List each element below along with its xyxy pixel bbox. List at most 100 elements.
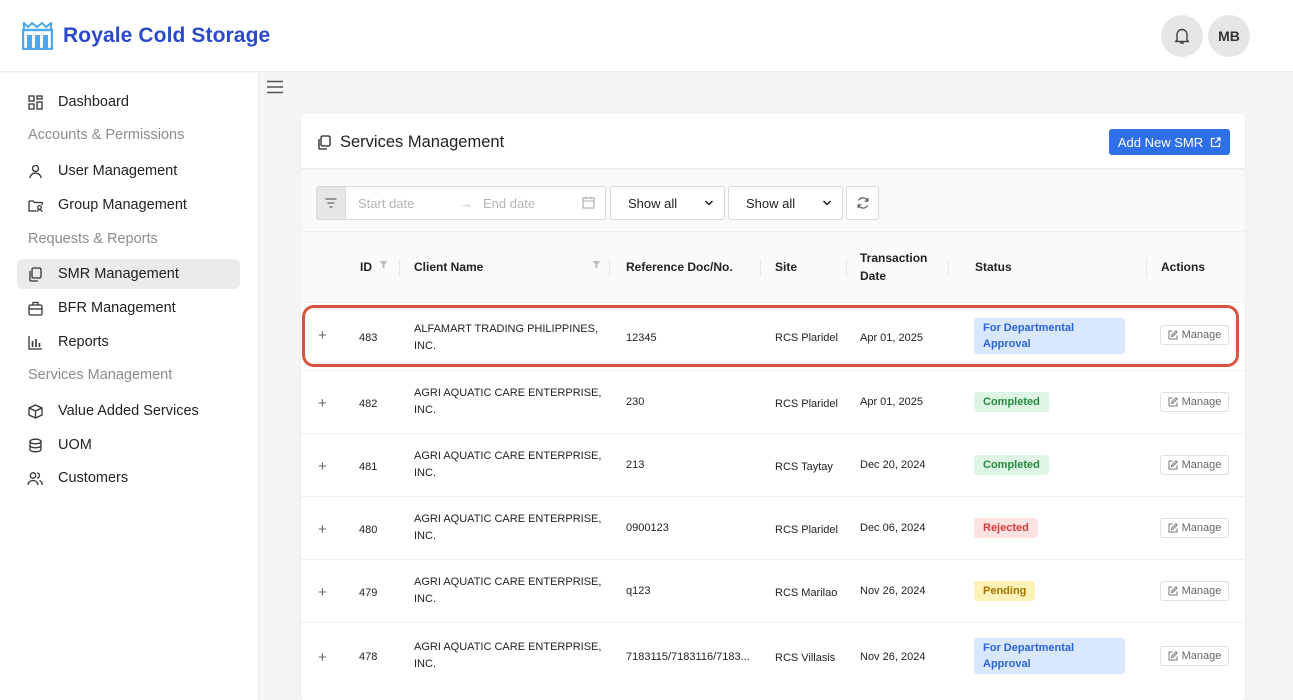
table-row[interactable]: + 482 AGRI AQUATIC CARE ENTERPRISE, INC. …: [301, 370, 1245, 433]
row-reference: q123: [626, 585, 651, 597]
date-range-picker[interactable]: Start date → End date: [346, 186, 606, 220]
expand-row-button[interactable]: +: [318, 584, 327, 601]
end-date-input[interactable]: End date: [483, 196, 535, 211]
user-icon: [27, 163, 43, 179]
expand-row-button[interactable]: +: [318, 395, 327, 412]
sidebar-item-bfr-management[interactable]: BFR Management: [17, 293, 240, 323]
column-divider: [609, 259, 610, 277]
sidebar-item-value-added-services[interactable]: Value Added Services: [17, 396, 240, 426]
expand-row-button[interactable]: +: [318, 327, 327, 344]
table-header: ID Client Name Reference Doc/No. Site Tr…: [301, 232, 1245, 302]
site-filter-select[interactable]: Show all: [728, 186, 843, 220]
row-date: Dec 20, 2024: [860, 459, 926, 471]
database-icon: [27, 437, 43, 453]
column-header-site[interactable]: Site: [775, 258, 797, 276]
row-client-line1: AGRI AQUATIC CARE ENTERPRISE,: [414, 641, 602, 653]
column-header-client[interactable]: Client Name: [414, 258, 483, 276]
sidebar-item-customers[interactable]: Customers: [17, 463, 240, 493]
row-client: ALFAMART TRADING PHILIPPINES, INC.: [414, 321, 604, 355]
app-title: Royale Cold Storage: [63, 24, 271, 47]
refresh-icon: [857, 197, 868, 209]
refresh-button[interactable]: [846, 186, 879, 220]
expand-row-button[interactable]: +: [318, 458, 327, 475]
notifications-button[interactable]: [1161, 15, 1203, 57]
sidebar-item-label: Group Management: [58, 197, 187, 213]
table-row[interactable]: + 480 AGRI AQUATIC CARE ENTERPRISE, INC. …: [301, 496, 1245, 559]
edit-icon: [1168, 460, 1178, 470]
status-badge-line1: For Departmental: [983, 322, 1075, 334]
filter-icon: [325, 198, 337, 208]
column-divider: [760, 259, 761, 277]
bell-icon: [1174, 28, 1190, 44]
row-client-line1: AGRI AQUATIC CARE ENTERPRISE,: [414, 576, 602, 588]
status-filter-select[interactable]: Show all: [610, 186, 725, 220]
manage-label: Manage: [1181, 329, 1222, 341]
column-filter-icon[interactable]: [379, 260, 388, 269]
sidebar-item-label: UOM: [58, 437, 92, 453]
app-header: Royale Cold Storage MB: [0, 0, 1293, 72]
row-client-line2: INC.: [414, 340, 436, 352]
avatar[interactable]: MB: [1208, 15, 1250, 57]
row-date: Nov 26, 2024: [860, 651, 926, 663]
table-row[interactable]: + 481 AGRI AQUATIC CARE ENTERPRISE, INC. …: [301, 433, 1245, 496]
sidebar-item-label: SMR Management: [58, 266, 179, 282]
row-client-line2: INC.: [414, 593, 436, 605]
sidebar-item-user-management[interactable]: User Management: [17, 156, 240, 186]
manage-button[interactable]: Manage: [1160, 646, 1229, 666]
row-date: Apr 01, 2025: [860, 332, 923, 344]
column-header-reference[interactable]: Reference Doc/No.: [626, 258, 733, 276]
row-date: Nov 26, 2024: [860, 585, 926, 597]
menu-toggle-button[interactable]: [266, 80, 286, 98]
table-row[interactable]: + 478 AGRI AQUATIC CARE ENTERPRISE, INC. …: [301, 622, 1245, 700]
manage-button[interactable]: Manage: [1160, 325, 1229, 345]
chevron-down-icon: [822, 200, 832, 206]
start-date-input[interactable]: Start date: [358, 196, 414, 211]
status-filter-value: Show all: [628, 195, 678, 211]
add-new-smr-button[interactable]: Add New SMR: [1109, 129, 1230, 155]
manage-label: Manage: [1181, 650, 1222, 662]
row-site: RCS Plaridel: [775, 524, 838, 536]
sidebar-item-smr-management[interactable]: SMR Management: [17, 259, 240, 289]
status-badge-line1: For Departmental: [983, 642, 1075, 654]
sidebar-item-label: User Management: [58, 163, 178, 179]
row-client: AGRI AQUATIC CARE ENTERPRISE, INC.: [414, 448, 604, 482]
manage-button[interactable]: Manage: [1160, 518, 1229, 538]
brand[interactable]: Royale Cold Storage: [22, 22, 270, 50]
column-divider: [948, 259, 949, 277]
status-badge-line2: Approval: [983, 658, 1031, 670]
sidebar-item-label: BFR Management: [58, 300, 176, 316]
manage-label: Manage: [1181, 459, 1222, 471]
column-header-status[interactable]: Status: [975, 258, 1012, 276]
status-badge: Pending: [974, 581, 1036, 601]
sidebar-item-group-management[interactable]: Group Management: [17, 190, 240, 220]
table-row[interactable]: + 479 AGRI AQUATIC CARE ENTERPRISE, INC. …: [301, 559, 1245, 622]
row-client-line2: INC.: [414, 658, 436, 670]
sidebar-group-requests: Requests & Reports: [28, 231, 158, 247]
sidebar-item-label: Value Added Services: [58, 403, 199, 419]
manage-button[interactable]: Manage: [1160, 455, 1229, 475]
table-row[interactable]: + 483 ALFAMART TRADING PHILIPPINES, INC. …: [301, 302, 1245, 364]
filter-toggle-button[interactable]: [316, 186, 346, 220]
manage-label: Manage: [1181, 522, 1222, 534]
manage-label: Manage: [1181, 585, 1222, 597]
row-site: RCS Marilao: [775, 587, 838, 599]
column-filter-icon[interactable]: [592, 260, 601, 269]
date-range-arrow: →: [460, 195, 473, 211]
sidebar-item-dashboard[interactable]: Dashboard: [17, 87, 240, 117]
column-header-date[interactable]: Transaction Date: [860, 249, 927, 285]
sidebar-group-accounts: Accounts & Permissions: [28, 127, 185, 143]
sidebar-item-uom[interactable]: UOM: [17, 430, 240, 460]
site-filter-value: Show all: [746, 195, 796, 211]
row-site: RCS Villasis: [775, 652, 836, 664]
expand-row-button[interactable]: +: [318, 649, 327, 666]
row-id: 478: [359, 651, 378, 663]
sidebar-item-label: Customers: [58, 470, 129, 486]
row-reference: 230: [626, 396, 645, 408]
column-header-id[interactable]: ID: [360, 258, 372, 276]
hamburger-icon: [267, 80, 283, 94]
manage-button[interactable]: Manage: [1160, 392, 1229, 412]
expand-row-button[interactable]: +: [318, 521, 327, 538]
manage-button[interactable]: Manage: [1160, 581, 1229, 601]
sidebar-item-reports[interactable]: Reports: [17, 327, 240, 357]
chevron-down-icon: [704, 200, 714, 206]
